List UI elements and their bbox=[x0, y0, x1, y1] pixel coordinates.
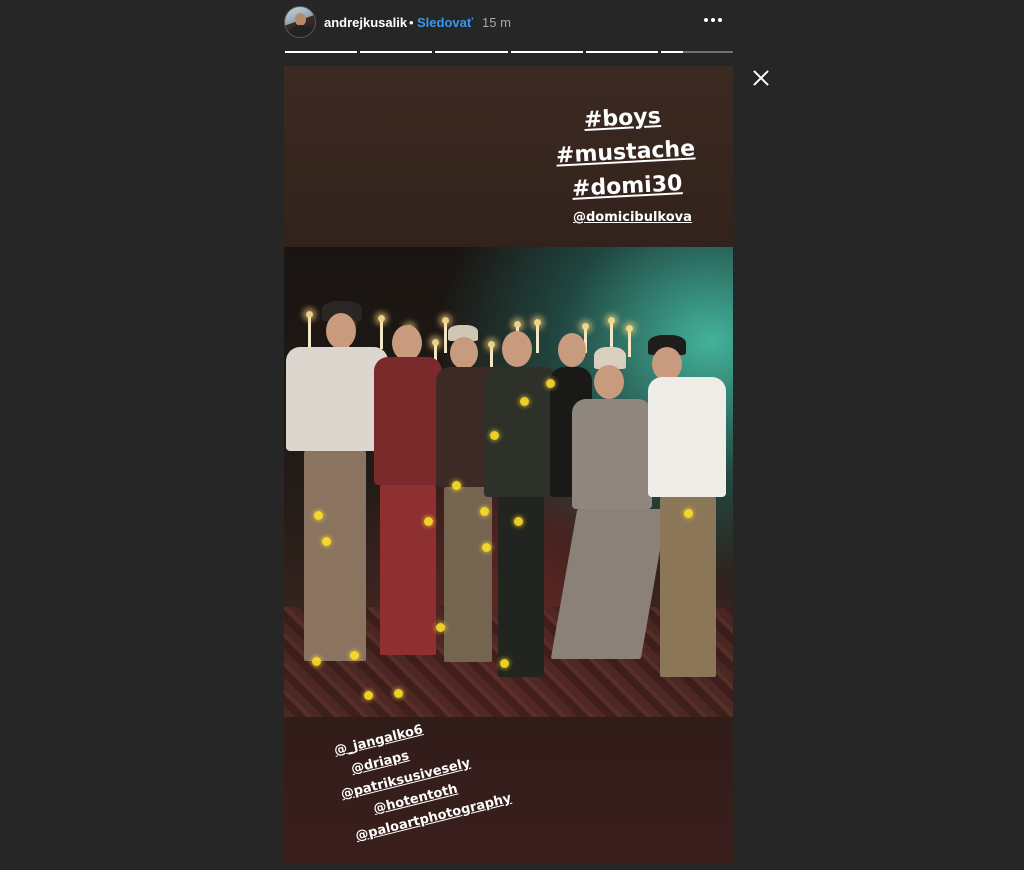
hashtag-domi30[interactable]: #domi30 bbox=[571, 171, 683, 202]
close-icon[interactable] bbox=[751, 68, 771, 88]
mention-top[interactable]: @domicibulkova bbox=[573, 210, 692, 225]
progress-segment bbox=[435, 51, 508, 53]
story-frame[interactable]: #boys #mustache #domi30 @domicibulkova @… bbox=[284, 66, 733, 864]
post-time: 15 m bbox=[482, 15, 511, 30]
progress-fill bbox=[285, 51, 358, 53]
progress-fill bbox=[660, 51, 683, 53]
progress-fill bbox=[360, 51, 433, 53]
progress-segment bbox=[360, 51, 433, 53]
avatar-body bbox=[290, 25, 311, 37]
separator-dot: • bbox=[409, 15, 414, 30]
username-link[interactable]: andrejkusalik bbox=[324, 15, 407, 30]
story-progress-bar bbox=[285, 51, 734, 54]
progress-fill bbox=[510, 51, 583, 53]
avatar[interactable] bbox=[284, 6, 316, 38]
progress-fill bbox=[585, 51, 658, 53]
group-photo bbox=[284, 247, 733, 717]
follow-button[interactable]: Sledovať bbox=[417, 15, 473, 30]
progress-segment bbox=[585, 51, 658, 53]
story-header: andrejkusalik • Sledovať 15 m bbox=[284, 4, 734, 38]
progress-segment bbox=[510, 51, 583, 53]
progress-fill bbox=[435, 51, 508, 53]
more-options-icon[interactable] bbox=[700, 18, 722, 24]
hashtag-mustache[interactable]: #mustache bbox=[555, 136, 695, 168]
progress-segment bbox=[660, 51, 734, 53]
hashtag-boys[interactable]: #boys bbox=[583, 104, 661, 133]
mention-1[interactable]: @_jangalko6 bbox=[333, 722, 425, 759]
progress-segment bbox=[285, 51, 358, 53]
